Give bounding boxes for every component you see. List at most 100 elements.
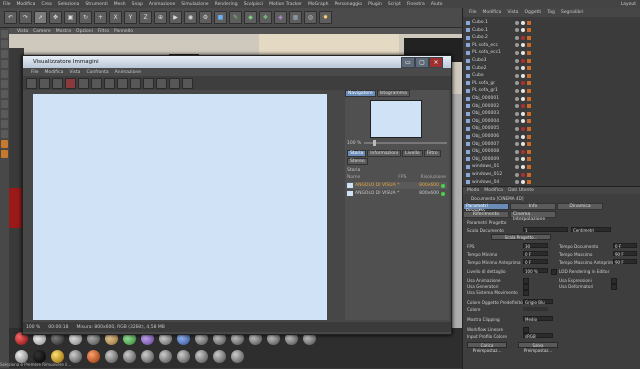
material-tag-icon[interactable] [521,43,525,48]
render-canvas[interactable] [33,94,327,320]
render-icon[interactable] [78,77,89,89]
menu-item-aiuto[interactable]: Aiuto [431,2,443,7]
texture-tag-icon[interactable] [527,119,531,124]
menu-item-strumenti[interactable]: Strumenti [85,2,107,7]
object-name[interactable]: Obj_000008 [472,149,499,154]
render-settings-icon[interactable]: ⚙ [199,11,212,24]
tab-navigatore[interactable]: Navigatore [345,90,376,97]
material-swatch[interactable] [213,350,226,363]
texture-tag-icon[interactable] [527,43,531,48]
object-row[interactable]: windows_04 [463,179,640,186]
texture-tag-icon[interactable] [527,142,531,147]
tab-informazioni[interactable]: Informazioni [367,150,402,157]
object-row[interactable]: Obj_000001 [463,95,640,102]
use-deformers-checkbox[interactable] [611,284,617,290]
snap-icon[interactable] [1,100,8,108]
tab-livello[interactable]: Livello [402,150,423,157]
visibility-dot-icon[interactable] [515,28,519,33]
visibility-dot-icon[interactable] [515,20,519,25]
camera-icon[interactable]: ◎ [304,11,317,24]
pv-menu-confronta[interactable]: Confronta [86,70,108,75]
menu-item-personaggio[interactable]: Personaggio [334,2,362,7]
om-menu-oggetti[interactable]: Oggetti [524,10,541,15]
undo-icon[interactable]: ↶ [4,11,17,24]
default-color-select[interactable]: Grigio Blu [523,299,553,305]
texture-tag-icon[interactable] [527,180,531,185]
rotate-tool-icon[interactable]: ↻ [79,11,92,24]
tweak-mode-icon[interactable] [1,90,8,98]
use-motion-checkbox[interactable] [523,290,529,296]
object-name[interactable]: PL sofa_ecc [472,43,498,48]
material-tag-icon[interactable] [521,35,525,40]
scale-value-field[interactable]: 1 [523,227,568,233]
scale-project-button[interactable]: Scala Progetto... [491,234,551,240]
material-tag-icon[interactable] [521,96,525,101]
material-tag-icon[interactable] [521,66,525,71]
render-view-icon[interactable]: ◉ [184,11,197,24]
menu-item-seleziona[interactable]: Seleziona [58,2,80,7]
object-row[interactable]: Cubo2 [463,65,640,72]
menu-item-mesh[interactable]: Mesh [114,2,126,7]
object-row[interactable]: Obj_000003 [463,110,640,117]
picture-viewer-titlebar[interactable]: Visualizzatore Immagini [23,56,451,68]
object-name[interactable]: PL sofa_gr1 [472,88,498,93]
menu-item-scolpisci[interactable]: Scolpisci [244,2,264,7]
visibility-dot-icon[interactable] [515,96,519,101]
object-name[interactable]: Obj_000007 [472,142,499,147]
copy-icon[interactable] [52,77,63,89]
tab-stereo[interactable]: Stereo [347,158,368,165]
menu-item-motion-tracker[interactable]: Motion Tracker [269,2,302,7]
scale-unit-select[interactable]: Centimetri [571,227,611,233]
material-tag-icon[interactable] [521,20,525,25]
environment-icon[interactable]: ▦ [289,11,302,24]
minimize-button[interactable]: ▭ [401,57,415,68]
array-icon[interactable]: ❖ [259,11,272,24]
material-tag-icon[interactable] [521,104,525,109]
viewport-menu-vista[interactable]: Vista [17,29,28,34]
select-tool-icon[interactable]: ➚ [34,11,47,24]
zoom-value[interactable]: 100 % [347,141,361,146]
viewport-menu-filtro[interactable]: Filtro [98,29,109,34]
material-swatch[interactable] [231,350,244,363]
object-name[interactable]: PL sofa_ecc1 [472,50,501,55]
object-row[interactable]: Obj_000002 [463,103,640,110]
object-row[interactable]: windows_012 [463,171,640,178]
history-row[interactable]: ANGOLO DI VISUA * 800x600 [347,190,447,197]
object-row[interactable]: Obj_000007 [463,141,640,148]
scale-tool-icon[interactable]: ▣ [64,11,77,24]
close-button[interactable]: × [429,57,443,68]
save-preset-button[interactable]: Salva Preimpostaz... [518,342,558,353]
channel-b-icon[interactable] [143,77,154,89]
object-row[interactable]: Obj_000004 [463,118,640,125]
color-swatch[interactable] [523,307,548,311]
texture-tag-icon[interactable] [527,157,531,162]
object-row[interactable]: PL sofa_gr [463,80,640,87]
object-row[interactable]: Obj_000005 [463,125,640,132]
material-tag-icon[interactable] [521,81,525,86]
am-menu-modo[interactable]: Modo [467,188,479,193]
texture-tag-icon[interactable] [527,172,531,177]
texture-tag-icon[interactable] [527,58,531,63]
visibility-dot-icon[interactable] [515,119,519,124]
polygons-mode-icon[interactable] [1,70,8,78]
object-name[interactable]: windows_012 [472,172,502,177]
menu-item-finestra[interactable]: Finestra [407,2,425,7]
object-row[interactable]: Cubo3 [463,57,640,64]
lock-icon[interactable] [1,120,8,128]
material-tag-icon[interactable] [521,157,525,162]
material-tag-icon[interactable] [521,73,525,78]
cube-icon[interactable]: ■ [214,11,227,24]
zoom-slider[interactable] [364,140,447,146]
object-name[interactable]: Obj_000002 [472,104,499,109]
texture-tag-icon[interactable] [527,149,531,154]
move-tool-icon[interactable]: ✥ [49,11,62,24]
menu-item-crea[interactable]: Crea [41,2,51,7]
visibility-dot-icon[interactable] [515,142,519,147]
min-time-field[interactable]: 0 F [523,251,548,257]
texture-tag-icon[interactable] [527,81,531,86]
coordinate-system-icon[interactable]: ⊕ [154,11,167,24]
texture-tag-icon[interactable] [527,73,531,78]
alpha-icon[interactable] [156,77,167,89]
pv-menu-animazione[interactable]: Animazione [115,70,141,75]
light-icon[interactable]: ✹ [319,11,332,24]
